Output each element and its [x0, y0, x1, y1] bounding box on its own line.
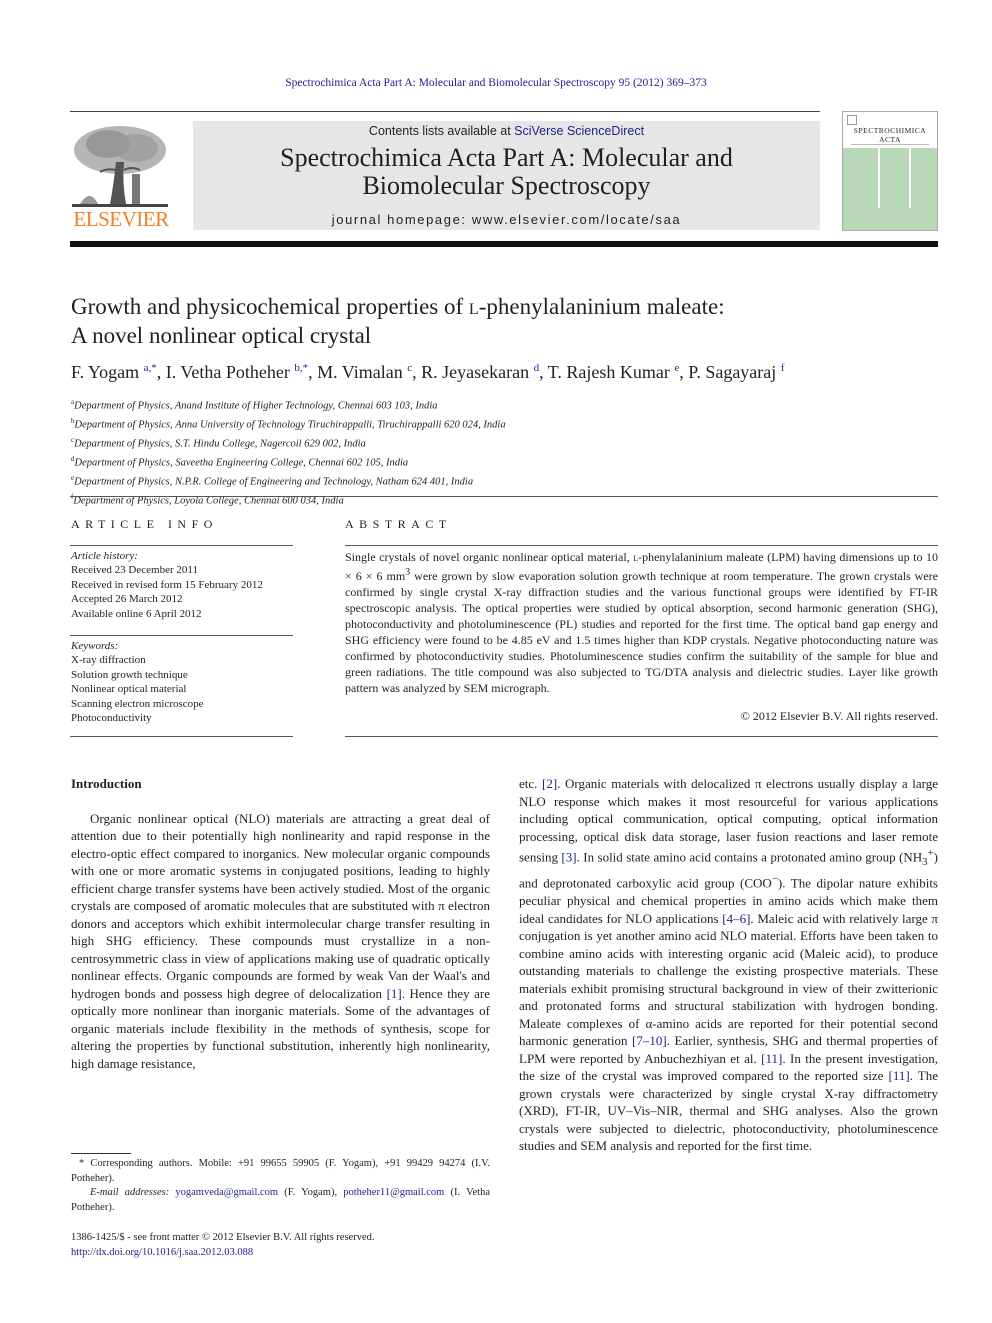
cover-stripe	[878, 148, 880, 208]
contents-prefix: Contents lists available at	[368, 124, 515, 138]
abstract-copyright: © 2012 Elsevier B.V. All rights reserved…	[740, 709, 938, 723]
history-item: Accepted 26 March 2012	[71, 593, 183, 606]
cover-stripe	[909, 148, 911, 208]
author-affiliation-link[interactable]: e	[674, 362, 679, 374]
body-paragraph: Organic nonlinear optical (NLO) material…	[71, 810, 490, 1071]
body-paragraph: etc. [2]. Organic materials with delocal…	[519, 776, 939, 1154]
elsevier-logo[interactable]: ELSEVIER	[70, 118, 172, 232]
citation-link[interactable]: [2]	[542, 776, 557, 791]
article-history: Article history: Received 23 December 20…	[71, 549, 301, 621]
elsevier-tree-icon	[70, 122, 170, 210]
keyword: Photoconductivity	[71, 712, 152, 725]
article-title: Growth and physicochemical properties of…	[71, 292, 931, 350]
doi-link[interactable]: http://dx.doi.org/10.1016/j.saa.2012.03.…	[71, 1247, 253, 1258]
running-header[interactable]: Spectrochimica Acta Part A: Molecular an…	[0, 77, 992, 89]
author-affiliation-link[interactable]: a,*	[144, 362, 157, 374]
cover-title: SPECTROCHIMICA ACTA	[853, 126, 927, 144]
journal-cover-thumbnail[interactable]: SPECTROCHIMICA ACTA	[842, 111, 938, 231]
author-list: F. Yogam a,*, I. Vetha Potheher b,*, M. …	[71, 362, 785, 382]
masthead-top-rule	[70, 111, 820, 112]
keywords-label: Keywords:	[71, 640, 119, 652]
citation-link[interactable]: [11]	[761, 1051, 782, 1066]
email-link[interactable]: potheher11@gmail.com	[343, 1187, 444, 1198]
cover-logo-icon	[847, 115, 857, 125]
contents-line: Contents lists available at SciVerse Sci…	[193, 124, 820, 138]
journal-title: Spectrochimica Acta Part A: Molecular an…	[193, 144, 820, 200]
journal-masthead: Contents lists available at SciVerse Sci…	[193, 121, 820, 230]
journal-homepage-link[interactable]: journal homepage: www.elsevier.com/locat…	[193, 212, 820, 227]
author: P. Sagayaraj	[688, 362, 777, 382]
history-label: Article history:	[71, 550, 138, 562]
author: R. Jeyasekaran	[421, 362, 530, 382]
affiliation: fDepartment of Physics, Loyola College, …	[71, 493, 344, 507]
cover-divider	[851, 144, 929, 145]
journal-title-line1: Spectrochimica Acta Part A: Molecular an…	[280, 143, 733, 172]
author: I. Vetha Potheher	[165, 362, 290, 382]
author: T. Rajesh Kumar	[547, 362, 670, 382]
masthead-bottom-rule	[70, 241, 938, 247]
citation-link[interactable]: [1]	[387, 986, 402, 1001]
divider	[70, 545, 293, 546]
abstract-heading: ABSTRACT	[345, 517, 452, 531]
journal-title-line2: Biomolecular Spectroscopy	[362, 171, 651, 200]
article-info-heading: ARTICLE INFO	[71, 517, 218, 531]
citation-link[interactable]: [11]	[888, 1068, 909, 1083]
divider	[70, 635, 293, 636]
citation-link[interactable]: [3]	[561, 849, 576, 864]
section-heading-introduction: Introduction	[71, 776, 142, 791]
email-link[interactable]: yogamveda@gmail.com	[175, 1187, 278, 1198]
email-note: E-mail addresses: yogamveda@gmail.com (F…	[71, 1187, 490, 1213]
keyword: Nonlinear optical material	[71, 683, 187, 696]
divider	[345, 545, 938, 546]
history-item: Received in revised form 15 February 201…	[71, 578, 263, 591]
keywords: Keywords: X-ray diffraction Solution gro…	[71, 639, 301, 725]
keyword: Solution growth technique	[71, 668, 188, 681]
citation-link[interactable]: [7–10]	[632, 1033, 667, 1048]
affiliation-list: aDepartment of Physics, Anand Institute …	[71, 395, 771, 508]
author: M. Vimalan	[317, 362, 403, 382]
keyword: Scanning electron microscope	[71, 697, 204, 710]
footnote-rule	[71, 1153, 131, 1154]
citation-link[interactable]: [4–6]	[722, 911, 750, 926]
author-affiliation-link[interactable]: f	[781, 362, 785, 374]
history-item: Available online 6 April 2012	[71, 607, 202, 620]
divider	[345, 736, 938, 737]
section-divider	[70, 496, 938, 497]
abstract-text: Single crystals of novel organic nonline…	[345, 550, 939, 695]
author: F. Yogam	[71, 362, 140, 382]
keyword: X-ray diffraction	[71, 654, 146, 667]
sciencedirect-link[interactable]: SciVerse ScienceDirect	[514, 124, 644, 138]
body-column-left: Introduction Organic nonlinear optical (…	[71, 775, 490, 1072]
footnotes: * Corresponding authors. Mobile: +91 996…	[71, 1157, 490, 1215]
divider	[70, 736, 293, 737]
issn-line: 1386-1425/$ - see front matter © 2012 El…	[71, 1232, 375, 1243]
affiliation: aDepartment of Physics, Anand Institute …	[71, 398, 438, 412]
author-affiliation-link[interactable]: d	[534, 362, 540, 374]
affiliation: eDepartment of Physics, N.P.R. College o…	[71, 473, 474, 488]
body-column-right: etc. [2]. Organic materials with delocal…	[519, 775, 938, 1155]
affiliation: bDepartment of Physics, Anna University …	[71, 416, 506, 431]
author-affiliation-link[interactable]: b,*	[294, 362, 308, 374]
history-item: Received 23 December 2011	[71, 564, 198, 577]
article-title-line2: A novel nonlinear optical crystal	[71, 323, 372, 348]
front-matter: 1386-1425/$ - see front matter © 2012 El…	[71, 1231, 490, 1260]
elsevier-logo-text: ELSEVIER	[73, 207, 169, 231]
affiliation: dDepartment of Physics, Saveetha Enginee…	[71, 454, 409, 469]
corresponding-author-note: * Corresponding authors. Mobile: +91 996…	[71, 1158, 490, 1184]
affiliation: cDepartment of Physics, S.T. Hindu Colle…	[71, 435, 366, 450]
author-affiliation-link[interactable]: c	[407, 362, 412, 374]
